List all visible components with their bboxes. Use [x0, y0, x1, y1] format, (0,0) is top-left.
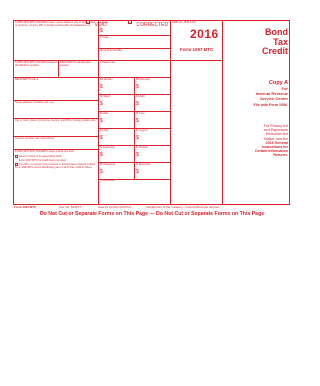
city-label: City or town, state or province, country… [15, 119, 96, 122]
do-not-cut-visible: Do Not Cut or Separate Forms on This Pag… [39, 211, 265, 217]
month-dollar: $ [136, 101, 139, 107]
privacy-8: Returns. [273, 153, 288, 158]
divider-box1 [98, 35, 170, 36]
month-label: 5a January [100, 78, 113, 81]
month-dollar: $ [100, 135, 103, 141]
divider-col2-row1 [170, 60, 222, 61]
footer-url-v: www.irs.gov/form1097btc [97, 205, 132, 209]
month-dollar: $ [136, 169, 139, 175]
check3-row[interactable]: An entity or a person that received or s… [15, 163, 97, 169]
comments-field[interactable] [99, 183, 221, 203]
check2-label: Form 1097-BTC for credit being reported [19, 158, 66, 162]
box1-label: 1 Total [100, 21, 108, 24]
month-dollar: $ [100, 118, 103, 124]
month-label: 5b February [136, 78, 150, 81]
month-label: 5l December [136, 163, 151, 166]
month-col-divider [134, 128, 135, 145]
file-with: File with Form 1096. [253, 103, 288, 107]
divider-tin [58, 60, 59, 77]
month-label: 5f June [136, 112, 145, 115]
month-label: 5k November [100, 163, 116, 166]
recipient-tin-label: RECIPIENT'S identification number [60, 61, 92, 67]
month-dollar: $ [136, 84, 139, 90]
box2-label: 2 Code [100, 36, 109, 39]
month-dollar: $ [100, 101, 103, 107]
street-label: Street address (including apt. no.) [15, 101, 54, 104]
month-dollar: $ [136, 118, 139, 124]
month-col-divider [134, 94, 135, 111]
form-bottom-border [13, 204, 290, 205]
box4-label: 4 Stated rate [100, 61, 115, 64]
footer-dept-v: Department of the Treasury - Internal Re… [146, 205, 220, 209]
check1-box[interactable] [15, 155, 18, 158]
form-number: Form 1097-BTC [180, 47, 214, 52]
title-line3: Credit [261, 46, 288, 56]
privacy-block: For Privacy Act and Paperwork Reduction … [224, 124, 288, 158]
month-label: 5h August [136, 129, 148, 132]
month-label: 5g July [100, 129, 109, 132]
issuer-box-label: FORM 1097-BTC ISSUER'S name (check one b… [15, 150, 75, 153]
month-dollar: $ [100, 152, 103, 158]
lower-blank [13, 204, 291, 320]
issuer-name-field[interactable] [14, 32, 97, 59]
month-label: 5e May [100, 112, 109, 115]
footer-cat-no-v: Cat. No. 54467T [59, 205, 81, 209]
month-dollar: $ [136, 152, 139, 158]
footer-form-label-v: Form 1097-BTC [14, 205, 37, 209]
month-label: 5i September [100, 146, 116, 149]
month-label: 5j October [136, 146, 148, 149]
month-dollar: $ [136, 135, 139, 141]
month-col-divider [134, 111, 135, 128]
recipient-name-label: RECIPIENT'S name [15, 78, 39, 81]
box1-dollar: $ [100, 28, 103, 34]
month-col-divider [134, 145, 135, 162]
footer-row-visible: Form 1097-BTC Cat. No. 54467T www.irs.go… [14, 205, 290, 209]
month-col-divider [134, 162, 135, 179]
box3-label: 3b Unique Identifier [100, 49, 123, 52]
form-title: Bond Tax Credit [224, 27, 288, 57]
month-dollar: $ [100, 84, 103, 90]
copy-a-irs2: Service Center [259, 96, 288, 101]
form-year: 2016 [190, 27, 219, 41]
month-label: 5c March [100, 95, 111, 98]
month-col-divider [134, 77, 135, 94]
month-dollar: $ [100, 169, 103, 175]
comments-label: 6 Comments [100, 179, 115, 182]
account-label: Account number (see instructions) [15, 137, 55, 140]
omb-label: OMB No. 1545-2197 [172, 21, 196, 24]
issuer-name-label: FORM 1097-BTC ISSUER'S name, street addr… [15, 21, 95, 27]
issuer-tin-label: FORM 1097-BTC ISSUER'S federal identific… [15, 61, 57, 67]
copy-a-block: Copy A For Internal Revenue Service Cent… [224, 80, 288, 107]
check3-label: An entity or a person that received or s… [15, 163, 95, 170]
month-label: 5d April [136, 95, 145, 98]
recipient-name-field[interactable] [14, 82, 98, 99]
